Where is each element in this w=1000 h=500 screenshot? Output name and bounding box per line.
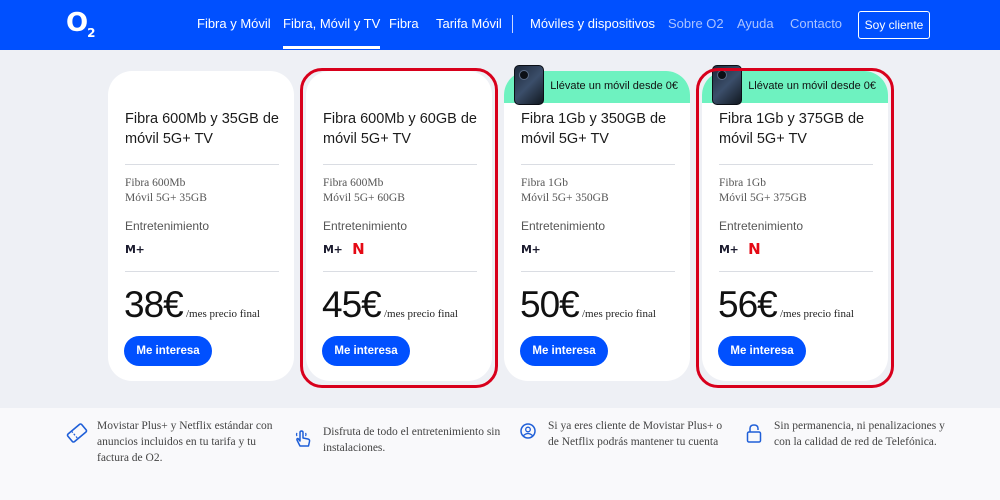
plan-title: Fibra 1Gb y 375GB de móvil 5G+ TV (719, 111, 865, 147)
entertainment-label: Entretenimiento (719, 219, 804, 233)
smartphone-icon (712, 65, 742, 105)
feature-text: Sin permanencia, ni penalizaciones y con… (774, 420, 945, 448)
divider (125, 164, 279, 165)
divider (323, 271, 477, 272)
nav-ayuda[interactable]: Ayuda (737, 16, 774, 32)
divider (521, 271, 675, 272)
hand-tap-icon (292, 428, 314, 450)
entertainment-label: Entretenimiento (323, 219, 408, 233)
entertainment-logos: M+ N (719, 241, 761, 257)
plan-spec-fibra: Fibra 1Gb (719, 177, 766, 189)
plan-spec-fibra: Fibra 600Mb (323, 177, 384, 189)
smartphone-icon (514, 65, 544, 105)
promo-text: Llévate un móvil desde 0€ (550, 80, 678, 92)
movistar-plus-icon: M+ (125, 242, 145, 256)
plan-price: 38€ (124, 284, 184, 325)
divider (719, 164, 873, 165)
movistar-plus-icon: M+ (323, 242, 343, 256)
netflix-icon: N (748, 240, 761, 258)
price-note: /mes precio final (384, 308, 458, 320)
movistar-plus-icon: M+ (521, 242, 541, 256)
nav-moviles-dispositivos[interactable]: Móviles y dispositivos (530, 16, 655, 32)
feature-text: Disfruta de todo el entretenimiento sin … (323, 426, 501, 454)
price-note: /mes precio final (780, 308, 854, 320)
price-note: /mes precio final (186, 308, 260, 320)
user-account-icon (517, 422, 539, 444)
divider (323, 164, 477, 165)
promo-text: Llévate un móvil desde 0€ (748, 80, 876, 92)
entertainment-logos: M+ (521, 241, 541, 257)
promo-banner[interactable]: Llévate un móvil desde 0€ (504, 65, 690, 105)
feature-text: Movistar Plus+ y Netflix estándar con an… (97, 420, 273, 464)
entertainment-label: Entretenimiento (521, 219, 606, 233)
nav-fibra-y-movil[interactable]: Fibra y Móvil (197, 16, 271, 32)
nav-fibra[interactable]: Fibra (389, 16, 419, 32)
ticket-icon (66, 422, 88, 444)
nav-divider (512, 15, 513, 33)
promo-banner[interactable]: Llévate un móvil desde 0€ (702, 65, 888, 105)
plan-title: Fibra 1Gb y 350GB de móvil 5G+ TV (521, 111, 667, 147)
entertainment-logos: M+ N (323, 241, 365, 257)
top-navigation-bar: O2 Fibra y Móvil Fibra, Móvil y TV Fibra… (0, 0, 1000, 50)
entertainment-logos: M+ (125, 241, 145, 257)
divider (521, 164, 675, 165)
me-interesa-button[interactable]: Me interesa (718, 336, 806, 366)
padlock-icon (743, 422, 765, 444)
plan-card-50: Llévate un móvil desde 0€ Fibra 1Gb y 35… (504, 65, 690, 381)
plan-card-56: Llévate un móvil desde 0€ Fibra 1Gb y 37… (702, 65, 888, 381)
soy-cliente-button[interactable]: Soy cliente (858, 11, 930, 39)
plan-card-45: Fibra 600Mb y 60GB de móvil 5G+ TV Fibra… (306, 71, 492, 381)
plan-spec-fibra: Fibra 600Mb (125, 177, 186, 189)
nav-sobre-o2[interactable]: Sobre O2 (668, 16, 724, 32)
nav-contacto[interactable]: Contacto (790, 16, 842, 32)
nav-fibra-movil-tv[interactable]: Fibra, Móvil y TV (283, 16, 381, 49)
plan-price: 56€ (718, 284, 778, 325)
divider (125, 271, 279, 272)
netflix-icon: N (352, 240, 365, 258)
plan-price: 50€ (520, 284, 580, 325)
feature-text: Si ya eres cliente de Movistar Plus+ o d… (548, 420, 723, 448)
plan-spec-movil: Móvil 5G+ 375GB (719, 192, 807, 204)
logo-subscript: 2 (87, 26, 95, 40)
plan-spec-movil: Móvil 5G+ 350GB (521, 192, 609, 204)
plan-spec-movil: Móvil 5G+ 60GB (323, 192, 405, 204)
me-interesa-button[interactable]: Me interesa (322, 336, 410, 366)
divider (719, 271, 873, 272)
movistar-plus-icon: M+ (719, 242, 739, 256)
plan-card-38: Fibra 600Mb y 35GB de móvil 5G+ TV Fibra… (108, 71, 294, 381)
nav-tarifa-movil[interactable]: Tarifa Móvil (436, 16, 502, 32)
plan-spec-fibra: Fibra 1Gb (521, 177, 568, 189)
o2-logo[interactable]: O2 (66, 8, 96, 42)
me-interesa-button[interactable]: Me interesa (124, 336, 212, 366)
price-note: /mes precio final (582, 308, 656, 320)
plan-price: 45€ (322, 284, 382, 325)
me-interesa-button[interactable]: Me interesa (520, 336, 608, 366)
plan-title: Fibra 600Mb y 60GB de móvil 5G+ TV (323, 111, 477, 147)
plan-spec-movil: Móvil 5G+ 35GB (125, 192, 207, 204)
logo-text: O (66, 8, 88, 38)
entertainment-label: Entretenimiento (125, 219, 210, 233)
plan-title: Fibra 600Mb y 35GB de móvil 5G+ TV (125, 111, 279, 147)
